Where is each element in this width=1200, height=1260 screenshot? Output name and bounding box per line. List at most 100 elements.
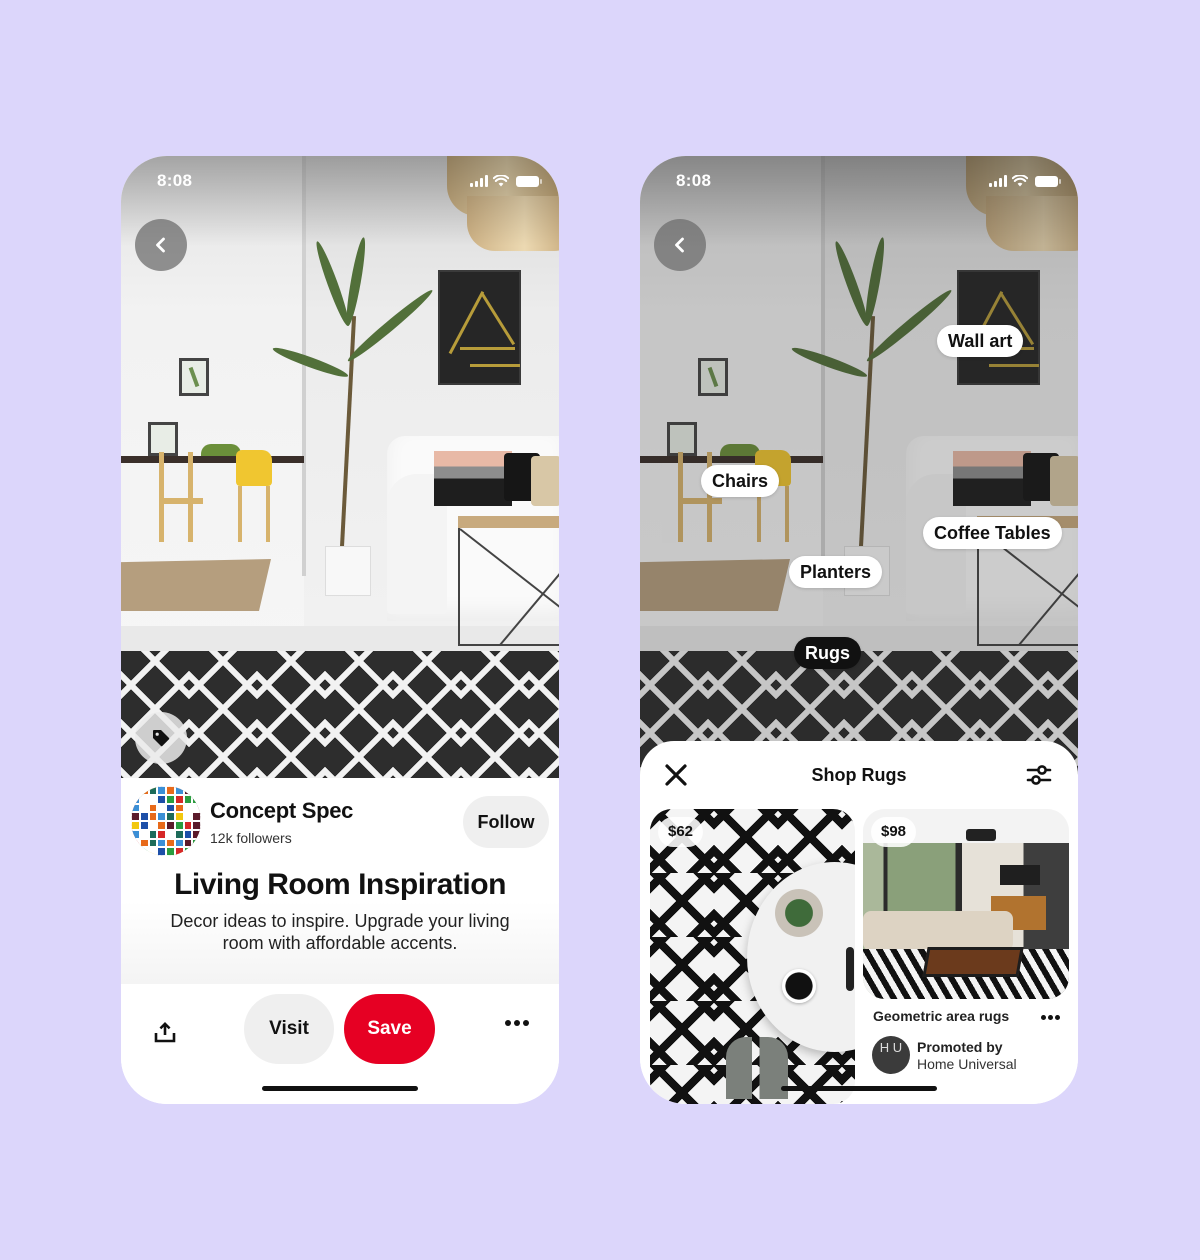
ellipsis-dot	[523, 1020, 529, 1026]
mosaic-tile	[166, 812, 175, 821]
pin-image[interactable]	[121, 156, 559, 778]
mosaic-tile	[139, 803, 149, 813]
shop-tag-button[interactable]	[135, 712, 187, 764]
mosaic-tile	[131, 786, 140, 795]
scene-wall-art	[438, 270, 521, 385]
mosaic-tile	[192, 786, 201, 795]
ellipsis-icon	[505, 1020, 511, 1026]
product-image-cup	[782, 969, 816, 1003]
mosaic-tile	[148, 829, 158, 839]
pin-image[interactable]	[640, 156, 1078, 778]
mosaic-tile	[192, 847, 201, 856]
home-indicator[interactable]	[262, 1086, 418, 1091]
scene-patterned-rug	[121, 651, 559, 778]
share-button[interactable]	[151, 1018, 179, 1046]
mosaic-tile	[139, 812, 149, 821]
avatar-mosaic	[131, 786, 201, 856]
signal-icon	[470, 175, 488, 187]
follower-count: 12k followers	[210, 830, 292, 846]
mosaic-tile	[139, 847, 149, 856]
pin-detail-screen: 8:08 Concept Spec 12k followers Follow L…	[121, 156, 559, 1104]
product-more-button[interactable]	[1041, 1015, 1060, 1020]
more-options-button[interactable]	[505, 1020, 529, 1026]
object-tag-planters[interactable]: Planters	[789, 556, 883, 588]
mosaic-tile	[131, 812, 140, 821]
dim-overlay	[640, 156, 1078, 778]
object-tag-wall-art[interactable]: Wall art	[937, 325, 1024, 357]
product-image-spoon	[846, 947, 854, 991]
object-tag-coffee-tables[interactable]: Coffee Tables	[923, 517, 1062, 549]
product-title[interactable]: Geometric area rugs	[873, 1008, 1009, 1024]
promoter-name[interactable]: Home Universal	[917, 1056, 1017, 1072]
mosaic-tile	[192, 803, 201, 813]
promoter-logo[interactable]: H U	[872, 1036, 910, 1074]
pin-description: Decor ideas to inspire. Upgrade your liv…	[170, 911, 510, 953]
back-button[interactable]	[135, 219, 187, 271]
mosaic-tile	[174, 812, 184, 821]
battery-icon	[516, 176, 542, 187]
scene-chair	[159, 452, 203, 542]
mosaic-tile	[192, 794, 201, 804]
mosaic-tile	[183, 794, 193, 804]
product-card[interactable]: $62	[650, 809, 855, 1104]
mosaic-tile	[166, 803, 175, 813]
mosaic-tile	[166, 786, 175, 795]
mosaic-tile	[131, 803, 140, 813]
home-indicator[interactable]	[781, 1086, 937, 1091]
mosaic-tile	[192, 838, 201, 848]
creator-name[interactable]: Concept Spec	[210, 798, 353, 824]
mosaic-tile	[183, 838, 193, 848]
ellipsis-dot	[514, 1020, 520, 1026]
scene-bowl	[201, 444, 241, 456]
ellipsis-dot	[1048, 1015, 1053, 1020]
object-tag-chairs[interactable]: Chairs	[701, 465, 780, 497]
mosaic-tile	[157, 803, 166, 813]
pin-title: Living Room Inspiration	[174, 868, 506, 901]
mosaic-tile	[139, 821, 149, 830]
status-scrim	[121, 156, 559, 246]
wifi-icon	[1012, 175, 1028, 187]
battery-icon	[1035, 176, 1061, 187]
price-badge: $62	[658, 817, 704, 847]
scene-jute-rug	[121, 559, 271, 611]
price-badge: $98	[871, 817, 917, 847]
scene-dining-table	[121, 456, 304, 463]
status-icons	[470, 175, 542, 187]
mosaic-tile	[148, 786, 158, 795]
mosaic-tile	[157, 847, 166, 856]
follow-button[interactable]: Follow	[463, 796, 549, 848]
visual-search-screen: 8:08 Wall art Chairs Coffee Tables Plant…	[640, 156, 1078, 1104]
mosaic-tile	[131, 847, 140, 856]
back-button[interactable]	[654, 219, 706, 271]
product-card[interactable]: $98	[863, 809, 1069, 999]
chevron-left-icon	[156, 237, 165, 253]
save-button[interactable]: Save	[344, 994, 435, 1064]
product-image-succulent	[775, 889, 823, 937]
mosaic-tile	[183, 829, 193, 839]
product-image-sofa	[863, 911, 1013, 951]
mosaic-tile	[148, 847, 158, 856]
scene-table-leg	[143, 463, 157, 543]
visit-button[interactable]: Visit	[244, 994, 334, 1064]
scene-chair-legs	[238, 486, 270, 542]
object-tag-rugs[interactable]: Rugs	[794, 637, 861, 669]
promoted-label: Promoted by	[917, 1039, 1003, 1055]
mosaic-tile	[157, 821, 166, 830]
mosaic-tile	[166, 838, 175, 848]
creator-avatar[interactable]	[131, 786, 201, 856]
mosaic-tile	[174, 838, 184, 848]
mosaic-tile	[148, 821, 158, 830]
filter-sliders-icon[interactable]	[1026, 763, 1052, 787]
chevron-left-icon	[675, 237, 684, 253]
status-icons	[989, 175, 1061, 187]
pin-info-panel: Concept Spec 12k followers Follow Living…	[121, 778, 559, 984]
mosaic-tile	[183, 812, 193, 821]
mosaic-tile	[148, 794, 158, 804]
mosaic-tile	[174, 794, 184, 804]
scene-chair	[236, 450, 272, 486]
scene-pillow	[531, 456, 559, 506]
mosaic-tile	[166, 829, 175, 839]
status-time: 8:08	[676, 171, 712, 190]
shop-sheet-title: Shop Rugs	[811, 765, 907, 785]
mosaic-tile	[131, 829, 140, 839]
